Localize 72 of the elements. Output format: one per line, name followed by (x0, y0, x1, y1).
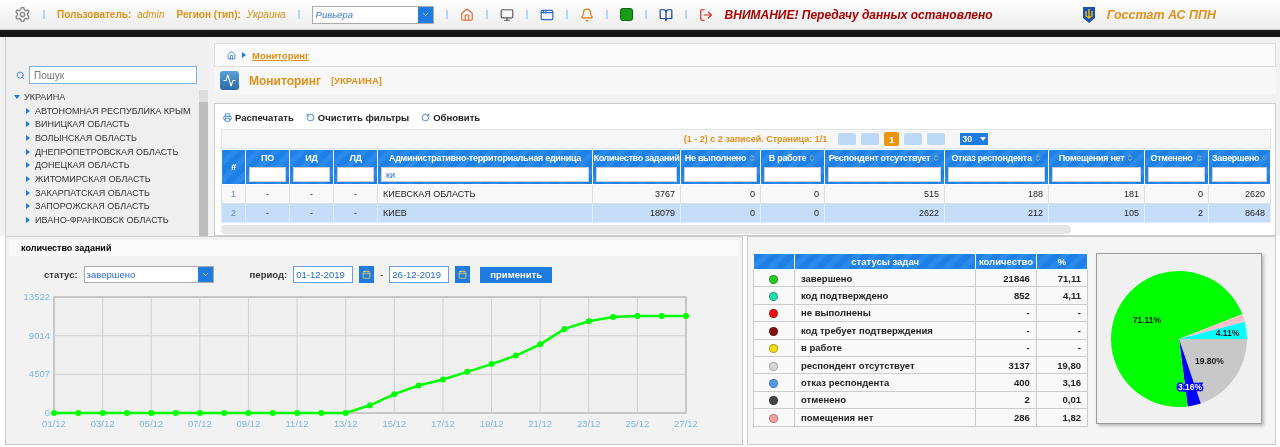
x-axis-label: 05/12 (139, 418, 164, 429)
column-header[interactable]: Административно-территориальная единица ки (377, 149, 593, 185)
clear-button[interactable]: Очистить фильтры (305, 112, 410, 123)
y-axis-label: 0 (44, 407, 50, 418)
y-axis-label: 4507 (28, 368, 50, 380)
tree-item[interactable]: ДНЕПРОПЕТРОВСКАЯ ОБЛАСТЬ (35, 146, 179, 157)
page-title: Мониторинг (249, 73, 321, 88)
column-header[interactable]: ИД (289, 149, 334, 185)
slice-label: 3.16% (1178, 381, 1203, 392)
column-header: статусы задач (794, 253, 976, 270)
x-axis-label: 27/12 (674, 418, 698, 429)
x-axis-label: 01/12 (42, 418, 66, 429)
column-header[interactable]: ЛД (333, 149, 378, 185)
tree-item[interactable]: ЖИТОМИРСКАЯ ОБЛАСТЬ (35, 173, 151, 184)
date-separator: - (380, 269, 384, 280)
page-size-select[interactable]: 30 (960, 133, 989, 145)
x-axis-label: 19/12 (479, 418, 504, 429)
x-axis-label: 11/12 (285, 418, 309, 429)
y-axis-label: 13522 (23, 291, 50, 302)
column-header[interactable]: Отменено (1144, 149, 1209, 185)
status-select[interactable]: завершено (83, 266, 214, 283)
slice-label: 4.11% (1215, 327, 1240, 338)
region-label: Регион (тип): (176, 9, 241, 20)
period-label: период: (249, 269, 288, 280)
x-axis-label: 15/12 (382, 418, 407, 429)
brand-title: Госстат АС ППН (1106, 7, 1216, 22)
apply-button[interactable]: применить (480, 266, 553, 283)
column-header[interactable]: Отказ респондента (944, 149, 1049, 185)
x-axis-label: 23/12 (576, 418, 601, 429)
search-field[interactable]: Пошук (29, 66, 197, 84)
pager-summary: (1 - 2) с 2 записей. Страница: 1/1 (683, 134, 828, 144)
column-header: % (1036, 253, 1088, 270)
x-axis-label: 17/12 (431, 418, 455, 429)
y-axis-label: 9014 (28, 329, 50, 341)
filter-field[interactable]: ки (381, 167, 589, 182)
user-name: admin (137, 9, 165, 20)
column-header[interactable]: Количество заданий (592, 149, 681, 185)
x-axis-label: 25/12 (625, 418, 650, 429)
refresh-button[interactable]: Обновить (421, 112, 481, 123)
tree-item[interactable]: ВИНИЦКАЯ ОБЛАСТЬ (35, 119, 130, 130)
tree-item[interactable]: ИВАНО-ФРАНКОВСК ОБЛАСТЬ (35, 215, 169, 226)
print-button[interactable]: Распечатать (223, 112, 294, 123)
region-name: Украина (246, 9, 286, 20)
column-header[interactable]: ПО (245, 149, 290, 185)
column-header: количество (975, 253, 1037, 270)
x-axis-label: 07/12 (187, 418, 212, 429)
date-from-field[interactable]: 01-12-2019 (293, 266, 354, 283)
date-to-field[interactable]: 26-12-2019 (389, 266, 450, 283)
x-axis-label: 09/12 (236, 418, 261, 429)
column-header[interactable]: Завершено (1208, 149, 1271, 185)
tree-item[interactable]: ВОЛЫНСКАЯ ОБЛАСТЬ (35, 132, 137, 143)
region-select[interactable]: Ривьера (311, 5, 434, 24)
page-region: [УКРАИНА] (330, 75, 382, 86)
warning-message: ВНИМАНИЕ! Передачу данных остановлено (724, 7, 993, 22)
slice-label: 71.11% (1132, 314, 1161, 325)
column-header[interactable]: Респондент отсутствует (824, 149, 945, 185)
status-label: статус: (44, 269, 78, 280)
tree-item[interactable]: ЗАКАРПАТСКАЯ ОБЛАСТЬ (35, 187, 150, 198)
column-header[interactable]: В работе (760, 149, 825, 185)
x-axis-label: 21/12 (528, 418, 553, 429)
user-label: Пользователь: (57, 9, 132, 20)
column-header[interactable]: Помещения нет (1048, 149, 1145, 185)
column-header[interactable]: # (221, 149, 246, 185)
tree-item[interactable]: УКРАИНА (24, 91, 66, 102)
slice-label: 19.80% (1194, 355, 1224, 366)
tree-item[interactable]: ЗАПОРОЖСКАЯ ОБЛАСТЬ (35, 201, 150, 212)
panel-title: количество заданий (9, 240, 739, 256)
x-axis-label: 03/12 (90, 418, 115, 429)
column-header[interactable]: Не выполнено (680, 149, 761, 185)
tree-item[interactable]: ДОНЕЦКАЯ ОБЛАСТЬ (35, 160, 130, 171)
tree-item[interactable]: АВТОНОМНАЯ РЕСПУБЛИКА КРЫМ (35, 105, 191, 116)
x-axis-label: 13/12 (333, 418, 358, 429)
